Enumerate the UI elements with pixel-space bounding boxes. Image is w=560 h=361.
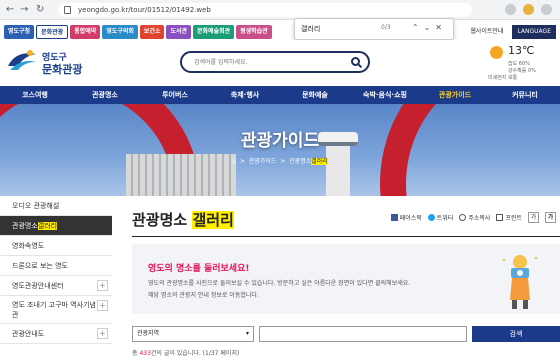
main-nav-item[interactable]: 축제·행사 xyxy=(210,86,280,104)
menu-icon[interactable] xyxy=(541,4,552,15)
sidebar-item-label: 영도 조내기 고구마 역사기념관 xyxy=(12,301,96,319)
main-nav-item[interactable]: 커뮤니티 xyxy=(490,86,560,104)
browser-toolbar: ← → ↻ yeongdo.go.kr/tour/01512/01492.web xyxy=(0,0,560,20)
info-text-2: 해당 명소의 관광지 안내 정보로 이동합니다. xyxy=(148,292,259,299)
language-button[interactable]: LANGUAGE xyxy=(512,25,556,39)
info-text-1: 영도의 관광명소를 사진으로 둘러보실 수 있습니다. 방문하고 싶은 아름다운… xyxy=(148,280,411,287)
chevron-down-icon: ▾ xyxy=(245,330,249,337)
site-tab[interactable]: 영도구의회 xyxy=(102,25,138,39)
sitemap-link[interactable]: 웹사이트안내 xyxy=(465,25,508,39)
home-icon[interactable]: ⌂ xyxy=(232,158,236,165)
find-bar: 갤러리 0/3 ⌃⌄✕ xyxy=(294,18,454,40)
extension-icon[interactable] xyxy=(505,4,516,15)
sidebar-item[interactable]: 드론으로 보는 영도 xyxy=(0,256,112,276)
content-title: 관광명소 갤러리 xyxy=(132,211,234,229)
facebook-share[interactable]: 페이스북 xyxy=(390,213,422,222)
url-text: yeongdo.go.kr/tour/01512/01492.web xyxy=(78,6,211,14)
site-tab[interactable]: 문화관광 xyxy=(36,25,69,39)
weather-temp: 13℃ xyxy=(508,44,535,57)
logo-line2[interactable]: 문화관광 xyxy=(42,61,82,77)
share-tools: 페이스북 트위터 주소복사 프린트 가 가 xyxy=(390,212,556,223)
expand-plus-icon[interactable]: + xyxy=(97,300,108,311)
twitter-icon xyxy=(427,214,435,221)
breadcrumb-item[interactable]: 관광가이드 xyxy=(249,158,277,165)
link-icon xyxy=(459,214,467,221)
sidebar: 오디오 관광해설 관광명소갤러리 영화속영도 드론으로 보는 영도 영도관광안내센터 + 영… xyxy=(0,196,112,361)
site-tab[interactable]: 보건소 xyxy=(139,25,165,39)
main-nav: 코스여행 관광명소 투어버스 축제·행사 문화예술 숙박·음식·쇼핑 관광가이드 커뮤니티 xyxy=(0,86,560,104)
site-tab[interactable]: 문화예술회관 xyxy=(193,25,235,39)
facebook-icon xyxy=(390,214,398,221)
weather-humidity: 습도 60% xyxy=(508,61,530,67)
main-content: 관광명소 갤러리 페이스북 트위터 주소복사 프린트 가 가 영도의 명소를 둘… xyxy=(124,196,560,361)
find-nav-buttons[interactable]: ⌃⌄✕ xyxy=(412,23,447,32)
sidebar-item[interactable]: 관광안내도 + xyxy=(0,324,112,344)
tourist-illustration-icon xyxy=(502,255,538,309)
search-input[interactable] xyxy=(182,53,342,71)
search-filter: 관광지역 ▾ 검색 xyxy=(132,326,560,342)
region-select[interactable]: 관광지역 ▾ xyxy=(132,326,254,342)
find-input[interactable]: 갤러리 xyxy=(301,24,320,34)
expand-plus-icon[interactable]: + xyxy=(97,328,108,339)
sidebar-item-highlight: 갤러리 xyxy=(37,222,58,230)
main-nav-item[interactable]: 코스여행 xyxy=(0,86,70,104)
font-increase-button[interactable]: 가 xyxy=(545,212,556,223)
site-header: 영도구 문화관광 13℃ 습도 60% 강수확률 0% 미세먼지 보통 xyxy=(0,40,560,86)
main-nav-item[interactable]: 투어버스 xyxy=(140,86,210,104)
sidebar-item-label: 영도관광안내센터 xyxy=(12,282,64,290)
logo-icon[interactable] xyxy=(6,48,38,72)
forward-icon[interactable]: → xyxy=(20,4,28,15)
main-nav-item[interactable]: 관광가이드 xyxy=(420,86,490,104)
find-count: 0/3 xyxy=(381,24,391,31)
result-count: 총 433건의 글이 있습니다. (1/37 페이지) xyxy=(132,350,240,357)
breadcrumb: ⌂ > 관광가이드 > 관광명소갤러리 xyxy=(232,158,328,165)
main-nav-item[interactable]: 문화예술 xyxy=(280,86,350,104)
weather-widget: 13℃ 습도 60% 강수확률 0% 미세먼지 보통 xyxy=(488,44,556,84)
print-button[interactable]: 프린트 xyxy=(496,213,522,222)
sidebar-item[interactable]: 영화속영도 xyxy=(0,236,112,256)
site-topbar: 영도구청 문화관광 통합예약 영도구의회 보건소 도서관 문화예술회관 평생학습관 웹사이트안… xyxy=(0,22,560,40)
expand-plus-icon[interactable]: + xyxy=(97,280,108,291)
profile-avatar[interactable] xyxy=(523,4,534,15)
site-tab[interactable]: 도서관 xyxy=(166,25,192,39)
site-tab[interactable]: 평생학습관 xyxy=(236,25,272,39)
search-button[interactable]: 검색 xyxy=(472,326,560,342)
reload-icon[interactable]: ↻ xyxy=(36,4,44,15)
main-nav-item[interactable]: 관광명소 xyxy=(70,86,140,104)
search-box xyxy=(180,51,370,73)
hero-banner: 관광가이드 ⌂ > 관광가이드 > 관광명소갤러리 xyxy=(0,104,560,196)
info-heading: 영도의 명소를 둘러보세요! xyxy=(148,264,250,274)
breadcrumb-current: 관광명소갤러리 xyxy=(289,158,328,165)
sidebar-item[interactable]: 오디오 관광해설 xyxy=(0,196,112,216)
address-bar[interactable]: yeongdo.go.kr/tour/01512/01492.web xyxy=(58,3,472,17)
site-tab[interactable]: 통합예약 xyxy=(70,25,101,39)
sidebar-item[interactable]: 관광명소갤러리 xyxy=(0,216,112,236)
sidebar-item-label: 영화속영도 xyxy=(12,242,45,250)
site-info-icon[interactable] xyxy=(64,6,71,14)
main-nav-item[interactable]: 숙박·음식·쇼핑 xyxy=(350,86,420,104)
keyword-input[interactable] xyxy=(259,326,467,342)
weather-dust: 미세먼지 보통 xyxy=(488,75,518,81)
search-icon[interactable] xyxy=(351,57,360,66)
print-icon xyxy=(496,214,504,221)
info-box: 영도의 명소를 둘러보세요! 영도의 관광명소를 사진으로 둘러보실 수 있습니… xyxy=(132,244,560,314)
sidebar-item-label: 관광명소 xyxy=(12,222,38,230)
font-decrease-button[interactable]: 가 xyxy=(528,212,539,223)
copy-url[interactable]: 주소복사 xyxy=(459,213,490,222)
weather-rain: 강수확률 0% xyxy=(508,68,536,74)
twitter-share[interactable]: 트위터 xyxy=(427,213,453,222)
page-title: 관광가이드 xyxy=(240,131,320,151)
sidebar-item-label: 관광안내도 xyxy=(12,330,45,338)
divider xyxy=(132,236,560,237)
sidebar-item-label: 오디오 관광해설 xyxy=(12,202,60,210)
site-tab[interactable]: 영도구청 xyxy=(4,25,35,39)
sidebar-item-label: 드론으로 보는 영도 xyxy=(12,262,68,270)
sidebar-item[interactable]: 영도관광안내센터 + xyxy=(0,276,112,296)
sidebar-item[interactable]: 영도 조내기 고구마 역사기념관 + xyxy=(0,296,112,324)
back-icon[interactable]: ← xyxy=(6,4,14,15)
sun-icon xyxy=(490,46,503,59)
